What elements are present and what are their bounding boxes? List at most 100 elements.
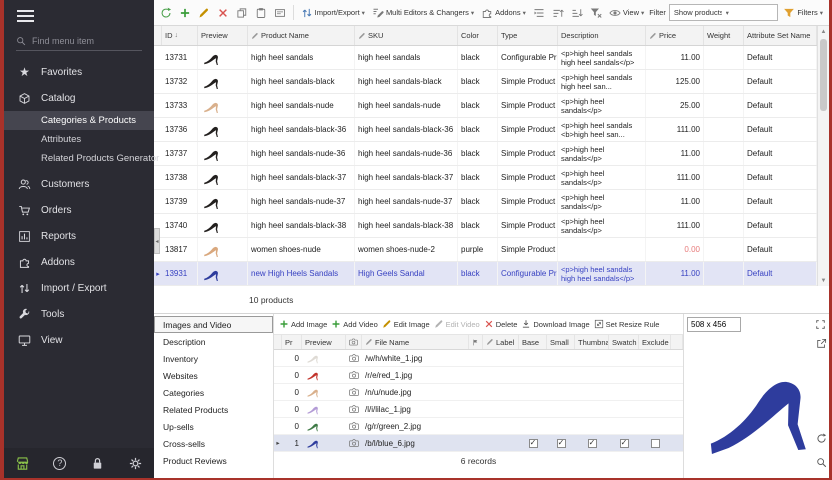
- small-checkbox[interactable]: ✓: [557, 439, 566, 448]
- import-export-menu[interactable]: Import/Export▾: [299, 5, 367, 21]
- delete-image-button[interactable]: Delete: [484, 319, 518, 329]
- store-icon[interactable]: [15, 456, 30, 471]
- sidebar-item-tools[interactable]: Tools: [4, 303, 154, 325]
- col-header-type[interactable]: Type: [498, 26, 558, 45]
- image-row[interactable]: 0 /l/i/lilac_1.jpg: [274, 401, 683, 418]
- rotate-icon[interactable]: [816, 433, 827, 444]
- sidebar-item-favorites[interactable]: ★ Favorites: [4, 61, 154, 83]
- col-header-small[interactable]: Small: [547, 335, 575, 349]
- base-checkbox[interactable]: ✓: [529, 439, 538, 448]
- refresh-button[interactable]: [158, 5, 174, 21]
- scroll-down-arrow[interactable]: ▼: [818, 275, 829, 286]
- detail-tab[interactable]: Product Reviews: [154, 452, 273, 469]
- col-header-label[interactable]: Label: [483, 335, 519, 349]
- sort-asc-button[interactable]: [550, 5, 566, 21]
- product-row[interactable]: 13817 women shoes-nude women shoes-nude-…: [154, 238, 817, 262]
- sort-desc-button[interactable]: [569, 5, 585, 21]
- delete-product-button[interactable]: [215, 5, 231, 21]
- sidebar-item-view[interactable]: View: [4, 329, 154, 351]
- sidebar-item-addons[interactable]: Addons: [4, 251, 154, 273]
- help-icon[interactable]: ?: [53, 457, 66, 470]
- product-row[interactable]: 13732 high heel sandals-black high heel …: [154, 70, 817, 94]
- image-row[interactable]: 0 /g/r/green_2.jpg: [274, 418, 683, 435]
- add-image-button[interactable]: Add Image: [279, 319, 327, 329]
- product-row[interactable]: 13737 high heel sandals-nude-36 high hee…: [154, 142, 817, 166]
- gear-icon[interactable]: [128, 456, 143, 471]
- col-header-priority[interactable]: Pr: [282, 335, 302, 349]
- exclude-checkbox[interactable]: [651, 439, 660, 448]
- edit-product-button[interactable]: [196, 5, 212, 21]
- product-row[interactable]: ▸ 13931 new High Heels Sandals High Geel…: [154, 262, 817, 286]
- detail-tab[interactable]: Description: [154, 333, 273, 350]
- detail-tab[interactable]: Up-sells: [154, 418, 273, 435]
- detail-tab[interactable]: Inventory: [154, 350, 273, 367]
- clear-filter-button[interactable]: [588, 5, 604, 21]
- add-video-button[interactable]: Add Video: [331, 319, 377, 329]
- col-header-preview[interactable]: Preview: [302, 335, 346, 349]
- col-header-flag[interactable]: [469, 335, 483, 349]
- sidebar-item-related-products-generator[interactable]: Related Products Generator: [4, 149, 154, 168]
- image-row[interactable]: ▸ 1 /b/l/blue_6.jpg ✓ ✓ ✓ ✓: [274, 435, 683, 452]
- col-header-price[interactable]: Price: [646, 26, 704, 45]
- detail-tab[interactable]: Images and Video: [154, 316, 273, 333]
- sidebar-search-input[interactable]: Find menu item: [16, 36, 142, 51]
- product-row[interactable]: 13739 high heel sandals-nude-37 high hee…: [154, 190, 817, 214]
- expand-tree-button[interactable]: [531, 5, 547, 21]
- sidebar-item-categories-products[interactable]: Categories & Products: [4, 111, 154, 130]
- sidebar-item-reports[interactable]: Reports: [4, 225, 154, 247]
- col-header-weight[interactable]: Weight: [704, 26, 744, 45]
- col-header-file-name[interactable]: File Name: [362, 335, 469, 349]
- col-header-thumbnail[interactable]: Thumbna: [575, 335, 609, 349]
- product-row[interactable]: 13738 high heel sandals-black-37 high he…: [154, 166, 817, 190]
- zoom-icon[interactable]: [816, 457, 827, 468]
- sidebar-item-attributes[interactable]: Attributes: [4, 130, 154, 149]
- scroll-up-arrow[interactable]: ▲: [818, 26, 829, 37]
- detail-tab[interactable]: Websites: [154, 367, 273, 384]
- product-row[interactable]: 13731 high heel sandals high heel sandal…: [154, 46, 817, 70]
- sidebar-collapse-handle[interactable]: ◂: [154, 228, 160, 254]
- image-row[interactable]: 0 /n/u/nude.jpg: [274, 384, 683, 401]
- col-header-id[interactable]: ID↓: [162, 26, 198, 45]
- edit-image-button[interactable]: Edit Image: [382, 319, 430, 329]
- col-header-product-name[interactable]: Product Name: [248, 26, 355, 45]
- add-product-button[interactable]: [177, 5, 193, 21]
- paste-button[interactable]: [253, 5, 269, 21]
- download-image-button[interactable]: Download Image: [521, 319, 589, 329]
- col-header-swatch[interactable]: Swatch: [609, 335, 639, 349]
- sidebar-item-orders[interactable]: Orders: [4, 199, 154, 221]
- sidebar-item-catalog[interactable]: Catalog: [4, 87, 154, 109]
- col-header-color[interactable]: Color: [458, 26, 498, 45]
- lock-icon[interactable]: [90, 456, 105, 471]
- col-header-preview[interactable]: Preview: [198, 26, 248, 45]
- filters-menu[interactable]: Filters▾: [781, 5, 825, 21]
- addons-menu[interactable]: Addons▾: [479, 5, 528, 21]
- copy-button[interactable]: [234, 5, 250, 21]
- vertical-scrollbar[interactable]: ▲ ▼: [817, 26, 829, 286]
- col-header-base[interactable]: Base: [519, 335, 547, 349]
- sidebar-item-import-export[interactable]: Import / Export: [4, 277, 154, 299]
- preview-size-input[interactable]: 508 x 456: [687, 317, 741, 332]
- scrollbar-thumb[interactable]: [820, 39, 827, 111]
- col-header-camera[interactable]: [346, 335, 362, 349]
- product-row[interactable]: 13740 high heel sandals-black-38 high he…: [154, 214, 817, 238]
- sidebar-item-customers[interactable]: Customers: [4, 173, 154, 195]
- preview-card-button[interactable]: [272, 5, 288, 21]
- product-row[interactable]: 13736 high heel sandals-black-36 high he…: [154, 118, 817, 142]
- edit-video-button[interactable]: Edit Video: [434, 319, 480, 329]
- col-header-description[interactable]: Description: [558, 26, 646, 45]
- detail-tab[interactable]: Cross-sells: [154, 435, 273, 452]
- image-row[interactable]: 0 /r/e/red_1.jpg: [274, 367, 683, 384]
- image-row[interactable]: 0 /w/h/white_1.jpg: [274, 350, 683, 367]
- col-header-exclude[interactable]: Exclude: [639, 335, 671, 349]
- detail-tab[interactable]: Categories: [154, 384, 273, 401]
- product-row[interactable]: 13733 high heel sandals-nude high heel s…: [154, 94, 817, 118]
- detail-tab[interactable]: Related Products: [154, 401, 273, 418]
- fullscreen-icon[interactable]: [815, 319, 826, 330]
- swatch-checkbox[interactable]: ✓: [620, 439, 629, 448]
- col-header-sku[interactable]: SKU: [355, 26, 458, 45]
- col-header-attribute-set[interactable]: Attribute Set Name: [744, 26, 817, 45]
- menu-toggle-button[interactable]: [4, 0, 154, 31]
- set-resize-rule-button[interactable]: Set Resize Rule: [594, 319, 660, 329]
- category-filter-select[interactable]: Show products from selected categories ▾: [669, 4, 778, 21]
- view-menu[interactable]: View▾: [607, 5, 646, 21]
